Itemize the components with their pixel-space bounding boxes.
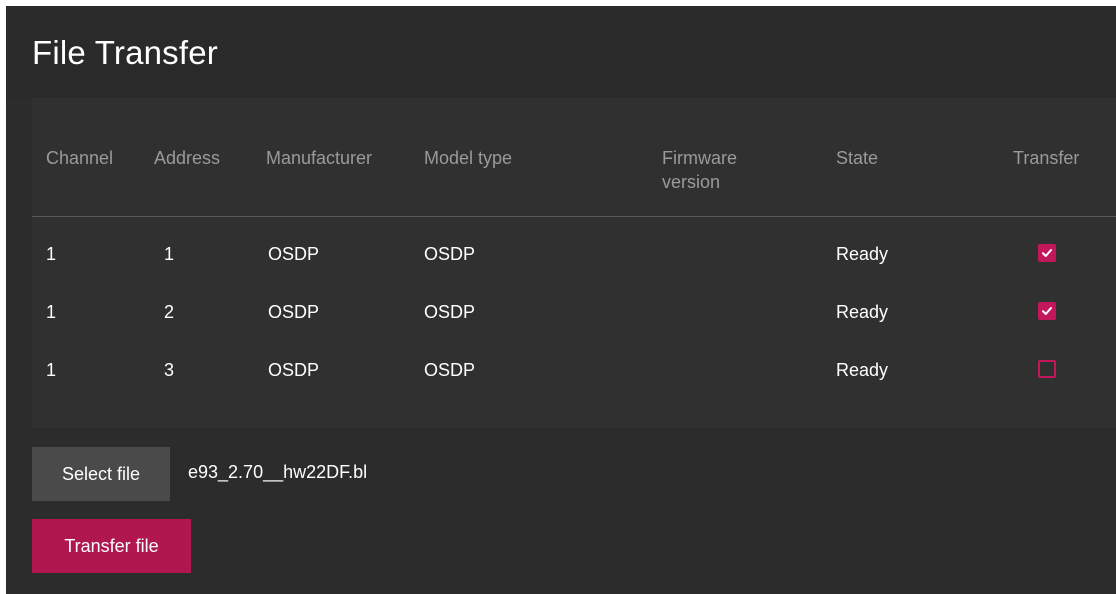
row2-transfer-checkbox[interactable]	[1038, 302, 1056, 320]
selected-file-name: e93_2.70__hw22DF.bl	[188, 462, 368, 482]
column-header-address: Address	[154, 148, 221, 168]
row3-model-type: OSDP	[424, 360, 476, 380]
column-header-transfer: Transfer	[1013, 148, 1080, 168]
checkmark-icon	[1042, 307, 1052, 315]
column-header-channel: Channel	[46, 148, 114, 168]
row3-channel: 1	[46, 360, 57, 380]
page-title: File Transfer	[32, 34, 218, 71]
column-header-firmware-line2: version	[662, 172, 721, 192]
column-header-firmware-line1: Firmware	[662, 148, 737, 168]
row1-manufacturer: OSDP	[268, 244, 320, 264]
row2-manufacturer: OSDP	[268, 302, 320, 322]
column-header-firmware-version: Firmware version	[662, 146, 737, 194]
row2-address: 2	[164, 302, 175, 322]
row3-manufacturer: OSDP	[268, 360, 320, 380]
column-header-state: State	[836, 148, 879, 168]
row2-model-type: OSDP	[424, 302, 476, 322]
row1-state: Ready	[836, 244, 889, 264]
row3-transfer-checkbox[interactable]	[1038, 360, 1056, 378]
title-bar: File Transfer	[6, 6, 1116, 98]
row1-address: 1	[164, 244, 175, 264]
checkmark-icon	[1042, 249, 1052, 257]
row2-channel: 1	[46, 302, 57, 322]
row1-channel: 1	[46, 244, 57, 264]
file-transfer-panel: File Transfer Channel Address Manufactur…	[6, 6, 1116, 594]
row2-state: Ready	[836, 302, 889, 322]
select-file-button[interactable]: Select file	[32, 447, 170, 501]
column-header-model-type: Model type	[424, 148, 513, 168]
row3-address: 3	[164, 360, 175, 380]
transfer-file-button[interactable]: Transfer file	[32, 519, 191, 573]
device-table: Channel Address Manufacturer Model type …	[32, 98, 1116, 428]
column-header-manufacturer: Manufacturer	[266, 148, 373, 168]
header-divider	[32, 216, 1116, 217]
row3-state: Ready	[836, 360, 889, 380]
row1-model-type: OSDP	[424, 244, 476, 264]
row1-transfer-checkbox[interactable]	[1038, 244, 1056, 262]
